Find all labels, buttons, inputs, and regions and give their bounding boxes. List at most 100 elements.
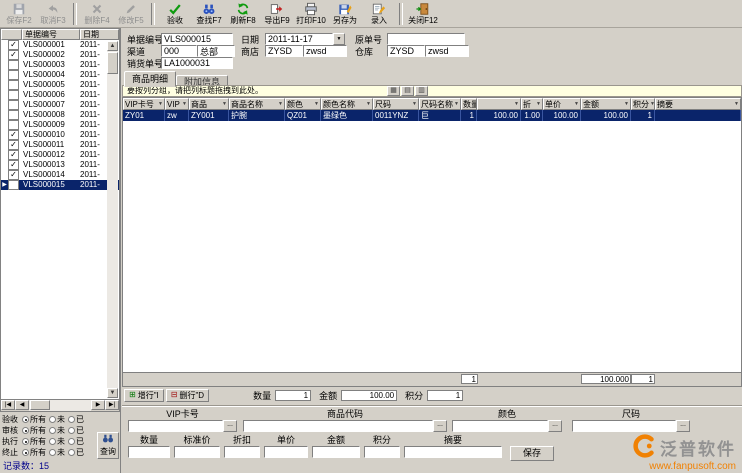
row-checkbox[interactable]: ✓ <box>8 160 19 170</box>
document-list-row[interactable]: ✓ VLS000010 2011- <box>1 130 119 140</box>
column-header-date[interactable]: 日期 <box>80 29 119 40</box>
document-list-row[interactable]: ✓ VLS000002 2011- <box>1 50 119 60</box>
document-list-row[interactable]: ✓ VLS000011 2011- <box>1 140 119 150</box>
filter-dropdown-icon[interactable]: ▼ <box>222 100 227 109</box>
line-save-button[interactable]: 保存 <box>510 446 554 461</box>
filter-option-not-done[interactable]: 未 <box>49 425 65 436</box>
qty-input[interactable] <box>128 446 170 458</box>
filter-option-all[interactable]: 所有 <box>22 447 46 458</box>
filter-dropdown-icon[interactable]: ▼ <box>182 100 187 109</box>
col-amount[interactable]: 金额▼ <box>581 98 631 110</box>
row-checkbox[interactable]: ✓ <box>8 170 19 180</box>
save-as-button[interactable]: 另存为 <box>328 1 362 26</box>
row-checkbox[interactable]: ✓ <box>8 40 19 50</box>
doc-no-input[interactable] <box>161 33 233 45</box>
radio-icon[interactable] <box>68 427 75 434</box>
grid-rows-icon[interactable]: ▤ <box>401 86 414 96</box>
scroll-up-icon[interactable]: ▲ <box>107 41 118 51</box>
radio-icon[interactable] <box>49 449 56 456</box>
cell-size-name[interactable]: 巨 <box>419 110 461 121</box>
size-input[interactable] <box>572 420 676 432</box>
save-button[interactable]: 保存F2 <box>2 1 36 26</box>
filter-option-done[interactable]: 已 <box>68 436 84 447</box>
add-row-button[interactable]: ⊞ 增行"I <box>124 389 164 402</box>
filter-dropdown-icon[interactable]: ▼ <box>278 100 283 109</box>
document-list-row[interactable]: VLS000006 2011- <box>1 90 119 100</box>
filter-dropdown-icon[interactable]: ▼ <box>734 100 739 109</box>
cell-size[interactable]: 0011YNZ <box>373 110 419 121</box>
filter-dropdown-icon[interactable]: ▼ <box>624 100 629 109</box>
vip-card-input[interactable] <box>128 420 223 432</box>
cell-product[interactable]: ZY001 <box>189 110 229 121</box>
col-quantity[interactable]: 数量▼ <box>461 98 477 110</box>
column-header-doc-no[interactable]: 单据编号 <box>22 29 80 40</box>
channel-code-input[interactable] <box>161 45 197 57</box>
cell-points[interactable]: 1 <box>631 110 655 121</box>
cell-quantity[interactable]: 1 <box>461 110 477 121</box>
document-list-row[interactable]: ✓ VLS000001 2011- <box>1 40 119 50</box>
amount-input[interactable] <box>312 446 360 458</box>
filter-dropdown-icon[interactable]: ▼ <box>454 100 459 109</box>
cell-vip-card[interactable]: ZY01 <box>123 110 165 121</box>
group-by-bar[interactable]: 要按列分组，请把列标题拖拽到此处。 ▦ ▤ ▥ <box>122 85 742 97</box>
cell-price[interactable]: 100.00 <box>543 110 581 121</box>
find-button[interactable]: 查找F7 <box>192 1 226 26</box>
delete-row-button[interactable]: ⊟ 删行"D <box>166 389 209 402</box>
cell-color[interactable]: QZ01 <box>285 110 321 121</box>
vip-card-browse-button[interactable]: ... <box>223 420 237 432</box>
col-memo[interactable]: 摘要▼ <box>655 98 741 110</box>
grid-view-icon[interactable]: ▦ <box>387 86 400 96</box>
horizontal-scrollbar[interactable] <box>29 400 91 411</box>
radio-icon[interactable] <box>49 416 56 423</box>
cell-vip[interactable]: zw <box>165 110 189 121</box>
size-browse-button[interactable]: ... <box>676 420 690 432</box>
col-points[interactable]: 积分▼ <box>631 98 655 110</box>
document-list-row[interactable]: ✓ VLS000014 2011- <box>1 170 119 180</box>
filter-dropdown-icon[interactable]: ▼ <box>536 100 541 109</box>
document-list-row[interactable]: ▶ ✓ VLS000015 2011- <box>1 180 119 190</box>
row-checkbox[interactable] <box>8 120 19 130</box>
col-color-name[interactable]: 颜色名称▼ <box>321 98 373 110</box>
memo-input[interactable] <box>404 446 502 458</box>
filter-option-all[interactable]: 所有 <box>22 414 46 425</box>
sales-no-input[interactable] <box>161 57 233 69</box>
row-checkbox[interactable]: ✓ <box>8 140 19 150</box>
col-color[interactable]: 颜色▼ <box>285 98 321 110</box>
cell-amount[interactable]: 100.00 <box>581 110 631 121</box>
original-no-input[interactable] <box>387 33 465 45</box>
row-checkbox[interactable]: ✓ <box>8 130 19 140</box>
document-list-row[interactable]: VLS000004 2011- <box>1 70 119 80</box>
nav-first-icon[interactable]: |◀ <box>1 400 15 410</box>
print-button[interactable]: 打印F10 <box>294 1 328 26</box>
filter-dropdown-icon[interactable]: ▼ <box>412 100 417 109</box>
channel-name-input[interactable] <box>197 45 235 57</box>
points-input[interactable] <box>364 446 400 458</box>
std-price-input[interactable] <box>174 446 220 458</box>
document-list-row[interactable]: ✓ VLS000013 2011- <box>1 160 119 170</box>
query-button[interactable]: 查询 <box>97 432 119 459</box>
price-input[interactable] <box>264 446 308 458</box>
scroll-down-icon[interactable]: ▼ <box>107 388 118 398</box>
cell-discount[interactable]: 1.00 <box>521 110 543 121</box>
date-input[interactable] <box>265 33 333 45</box>
delete-button[interactable]: 删除F4 <box>80 1 114 26</box>
row-checkbox[interactable]: ✓ <box>8 150 19 160</box>
scrollbar-thumb[interactable] <box>107 52 118 74</box>
row-checkbox[interactable] <box>8 110 19 120</box>
grid-row-selected[interactable]: ZY01 zw ZY001 护腕 QZ01 墨绿色 0011YNZ 巨 1 10… <box>123 110 741 121</box>
document-list-row[interactable]: VLS000005 2011- <box>1 80 119 90</box>
cell-color-name[interactable]: 墨绿色 <box>321 110 373 121</box>
dropdown-arrow-icon[interactable]: ▼ <box>333 33 345 45</box>
column-header-check[interactable] <box>1 29 22 40</box>
filter-option-done[interactable]: 已 <box>68 447 84 458</box>
document-list-row[interactable]: ✓ VLS000012 2011- <box>1 150 119 160</box>
nav-next-icon[interactable]: ▶ <box>91 400 105 410</box>
warehouse-name-input[interactable] <box>425 45 469 57</box>
radio-icon[interactable] <box>68 416 75 423</box>
close-button[interactable]: 关闭F12 <box>406 1 440 26</box>
col-product[interactable]: 商品▼ <box>189 98 229 110</box>
filter-option-all[interactable]: 所有 <box>22 436 46 447</box>
edit-button[interactable]: 修改F5 <box>114 1 148 26</box>
cancel-button[interactable]: 取消F3 <box>36 1 70 26</box>
col-discount[interactable]: 折▼ <box>521 98 543 110</box>
